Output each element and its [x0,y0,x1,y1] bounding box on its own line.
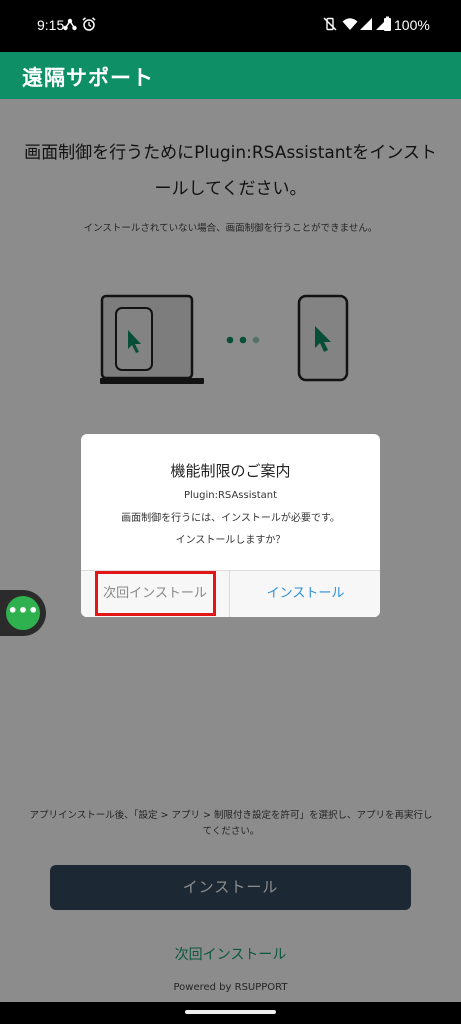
alarm-icon [82,17,96,31]
dialog-install-button[interactable]: インストール [231,571,380,617]
dialog-message-line1: 画面制御を行うには、インストールが必要です。 [121,513,340,524]
vibrate-off-icon [323,17,337,31]
dialog-message: 画面制御を行うには、インストールが必要です。 インストールしますか？ [81,508,380,552]
wifi-icon [342,18,358,30]
dialog-message-line2: インストールしますか？ [175,535,286,546]
status-bar: 9:15 100% [0,0,461,52]
highlight-box [95,571,216,616]
signal-icon [360,18,372,30]
navigation-bar [0,1002,461,1024]
status-time: 9:15 [37,17,65,33]
battery-icon [384,16,391,31]
floating-menu-handle[interactable]: ••• [0,590,46,636]
dialog-plugin-name: Plugin:RSAssistant [183,490,278,501]
app-title: 遠隔サポート [22,66,154,90]
more-dots-icon[interactable]: ••• [6,596,40,630]
connection-icon [63,18,77,31]
app-bar: 遠隔サポート [0,52,461,99]
battery-percent: 100% [394,17,430,33]
home-gesture-handle[interactable] [185,1010,276,1014]
dialog-title: 機能制限のご案内 [170,462,291,480]
